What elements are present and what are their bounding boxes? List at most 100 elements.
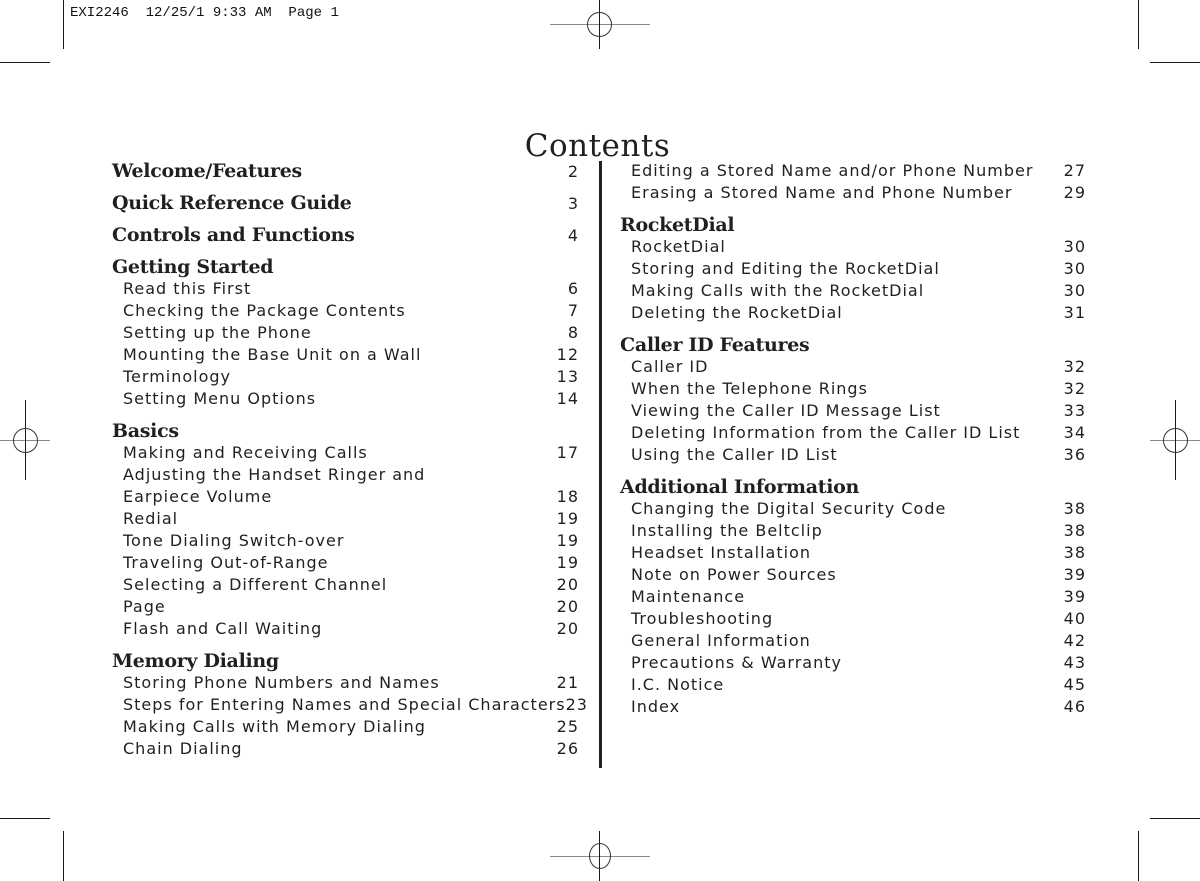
registration-circle [589, 843, 611, 869]
section-title-caller-id-features: Caller ID Features [620, 334, 810, 356]
toc-entry[interactable]: General Information 42 [620, 630, 1086, 652]
section-title-basics: Basics [112, 420, 179, 442]
entry-title-checking-the-package-contents: Checking the Package Contents [123, 301, 406, 320]
page-number: 29 [1063, 183, 1086, 202]
page-number: 2 [567, 162, 579, 181]
toc-section-heading[interactable]: Basics [112, 420, 579, 442]
page-number: 19 [556, 553, 579, 572]
entry-title-precautions-and-warranty: Precautions & Warranty [631, 653, 842, 672]
toc-entry[interactable]: Setting up the Phone 8 [112, 322, 579, 344]
toc-entry[interactable]: RocketDial 30 [620, 236, 1086, 258]
entry-title-i-c-notice: I.C. Notice [631, 675, 725, 694]
crop-mark-bottom-right-vertical [1138, 831, 1139, 881]
entry-title-selecting-a-different-channel: Selecting a Different Channel [123, 575, 388, 594]
crop-mark-top-right-vertical [1138, 0, 1139, 49]
page-number: 43 [1063, 653, 1086, 672]
page-number: 14 [556, 389, 579, 408]
toc-entry[interactable]: Adjusting the Handset Ringer and [112, 464, 579, 486]
entry-title-maintenance: Maintenance [631, 587, 746, 606]
toc-entry[interactable]: Maintenance 39 [620, 586, 1086, 608]
entry-title-general-information: General Information [631, 631, 811, 650]
toc-entry[interactable]: Steps for Entering Names and Special Cha… [112, 694, 587, 716]
page-number: 30 [1063, 259, 1086, 278]
toc-entry[interactable]: I.C. Notice 45 [620, 674, 1086, 696]
page-number: 13 [556, 367, 579, 386]
page-number: 4 [567, 226, 579, 245]
toc-entry[interactable]: Headset Installation 38 [620, 542, 1086, 564]
page-title: Contents [524, 127, 671, 164]
toc-entry[interactable]: Storing Phone Numbers and Names 21 [112, 672, 579, 694]
page-number: 17 [556, 443, 579, 462]
page-number: 45 [1063, 675, 1086, 694]
page-number: 21 [556, 673, 579, 692]
toc-entry[interactable]: Index 46 [620, 696, 1086, 718]
page-number: 25 [556, 717, 579, 736]
section-title-memory-dialing: Memory Dialing [112, 650, 279, 672]
page-number: 19 [556, 531, 579, 550]
toc-entry[interactable]: Flash and Call Waiting 20 [112, 618, 579, 640]
toc-section-heading[interactable]: Controls and Functions 4 [112, 224, 579, 246]
toc-section-heading[interactable]: Getting Started [112, 256, 579, 278]
toc-entry[interactable]: Troubleshooting 40 [620, 608, 1086, 630]
page-number: 19 [556, 509, 579, 528]
toc-entry[interactable]: Page 20 [112, 596, 579, 618]
toc-entry[interactable]: Checking the Package Contents 7 [112, 300, 579, 322]
toc-entry[interactable]: Read this First 6 [112, 278, 579, 300]
section-title-additional-information: Additional Information [620, 476, 860, 498]
registration-circle [587, 12, 612, 37]
toc-section-heading[interactable]: Quick Reference Guide 3 [112, 192, 579, 214]
entry-title-storing-and-editing-the-rocketdial: Storing and Editing the RocketDial [631, 259, 940, 278]
toc-section-heading[interactable]: Memory Dialing [112, 650, 579, 672]
toc-entry[interactable]: Making Calls with the RocketDial 30 [620, 280, 1086, 302]
toc-entry[interactable]: Traveling Out-of-Range 19 [112, 552, 579, 574]
toc-entry[interactable]: Viewing the Caller ID Message List 33 [620, 400, 1086, 422]
page-number: 6 [567, 279, 579, 298]
section-title-quick-reference-guide: Quick Reference Guide [112, 192, 352, 214]
toc-entry[interactable]: Redial 19 [112, 508, 579, 530]
toc-entry[interactable]: Deleting the RocketDial 31 [620, 302, 1086, 324]
toc-entry[interactable]: Installing the Beltclip 38 [620, 520, 1086, 542]
entry-title-editing-a-stored-name-and-or-phone-number: Editing a Stored Name and/or Phone Numbe… [631, 161, 1034, 180]
toc-entry[interactable]: Terminology 13 [112, 366, 579, 388]
toc-right-column: Editing a Stored Name and/or Phone Numbe… [620, 160, 1086, 718]
toc-entry[interactable]: Erasing a Stored Name and Phone Number 29 [620, 182, 1086, 204]
toc-entry[interactable]: Using the Caller ID List 36 [620, 444, 1086, 466]
entry-title-troubleshooting: Troubleshooting [631, 609, 774, 628]
entry-title-terminology: Terminology [123, 367, 232, 386]
toc-entry[interactable]: Storing and Editing the RocketDial 30 [620, 258, 1086, 280]
page-number: 18 [556, 487, 579, 506]
toc-entry[interactable]: Changing the Digital Security Code 38 [620, 498, 1086, 520]
toc-entry[interactable]: Deleting Information from the Caller ID … [620, 422, 1086, 444]
print-slug: EXI2246 12/25/1 9:33 AM Page 1 [70, 5, 339, 21]
page-number: 39 [1063, 565, 1086, 584]
toc-section-heading[interactable]: RocketDial [620, 214, 1086, 236]
toc-entry[interactable]: When the Telephone Rings 32 [620, 378, 1086, 400]
toc-entry[interactable]: Editing a Stored Name and/or Phone Numbe… [620, 160, 1086, 182]
toc-entry[interactable]: Mounting the Base Unit on a Wall 12 [112, 344, 579, 366]
page-number: 27 [1063, 161, 1086, 180]
toc-entry[interactable]: Precautions & Warranty 43 [620, 652, 1086, 674]
entry-title-deleting-the-rocketdial: Deleting the RocketDial [631, 303, 843, 322]
toc-entry[interactable]: Caller ID 32 [620, 356, 1086, 378]
entry-title-rocketdial: RocketDial [631, 237, 726, 256]
entry-title-redial: Redial [123, 509, 179, 528]
toc-entry[interactable]: Earpiece Volume 18 [112, 486, 579, 508]
toc-section-heading[interactable]: Caller ID Features [620, 334, 1086, 356]
section-title-getting-started: Getting Started [112, 256, 274, 278]
page-number: 40 [1063, 609, 1086, 628]
toc-entry[interactable]: Making Calls with Memory Dialing 25 [112, 716, 579, 738]
entry-title-mounting-the-base-unit-on-a-wall: Mounting the Base Unit on a Wall [123, 345, 422, 364]
toc-entry[interactable]: Chain Dialing 26 [112, 738, 579, 760]
toc-section-heading[interactable]: Welcome/Features 2 [112, 160, 579, 182]
page-number: 3 [567, 194, 579, 213]
toc-entry[interactable]: Setting Menu Options 14 [112, 388, 579, 410]
toc-entry[interactable]: Selecting a Different Channel 20 [112, 574, 579, 596]
toc-entry[interactable]: Making and Receiving Calls 17 [112, 442, 579, 464]
toc-entry[interactable]: Note on Power Sources 39 [620, 564, 1086, 586]
entry-title-making-calls-with-the-rocketdial: Making Calls with the RocketDial [631, 281, 925, 300]
page-number: 32 [1063, 379, 1086, 398]
toc-left-column: Welcome/Features 2 Quick Reference Guide 3 C… [112, 160, 587, 760]
toc-entry[interactable]: Tone Dialing Switch-over 19 [112, 530, 579, 552]
toc-section-heading[interactable]: Additional Information [620, 476, 1086, 498]
entry-title-adjusting-the-handset-ringer-and: Adjusting the Handset Ringer and [123, 465, 426, 484]
